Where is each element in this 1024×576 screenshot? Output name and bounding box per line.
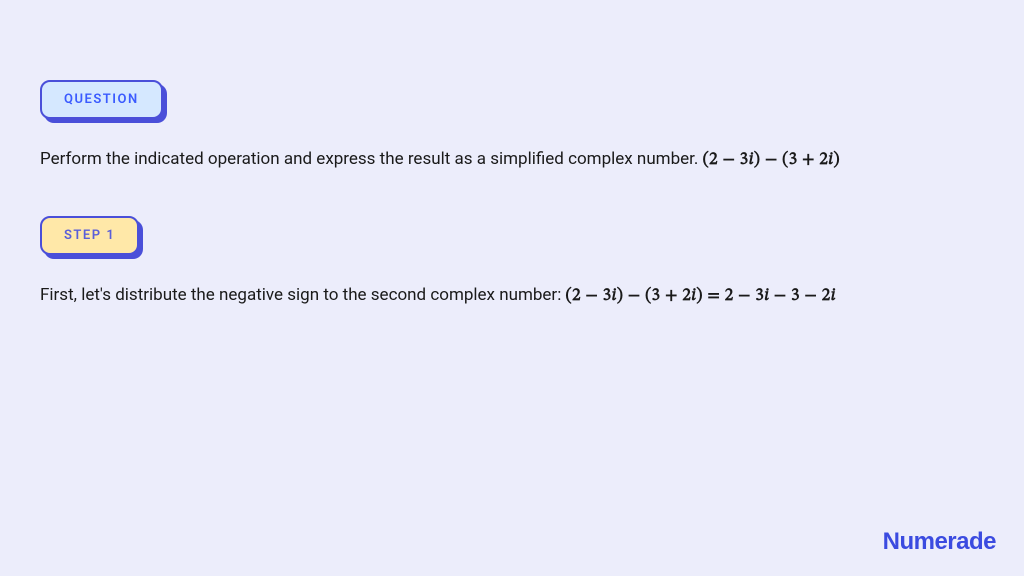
- step-prose: First, let's distribute the negative sig…: [40, 285, 566, 305]
- step-badge: STEP 1: [40, 216, 139, 255]
- step-math: (2 − 3𝑖) − (3 + 2𝑖) = 2 − 3𝑖 − 3 − 2𝑖: [566, 288, 836, 305]
- question-prose: Perform the indicated operation and expr…: [40, 149, 703, 169]
- step-text: First, let's distribute the negative sig…: [40, 283, 984, 310]
- brand-logo: Numerade: [883, 528, 996, 556]
- question-badge: QUESTION: [40, 80, 163, 119]
- question-math: (2 − 3𝑖) − (3 + 2𝑖): [703, 152, 840, 169]
- question-text: Perform the indicated operation and expr…: [40, 147, 984, 174]
- content-area: QUESTION Perform the indicated operation…: [0, 0, 1024, 309]
- question-badge-wrapper: QUESTION: [40, 80, 163, 119]
- step-badge-wrapper: STEP 1: [40, 216, 139, 255]
